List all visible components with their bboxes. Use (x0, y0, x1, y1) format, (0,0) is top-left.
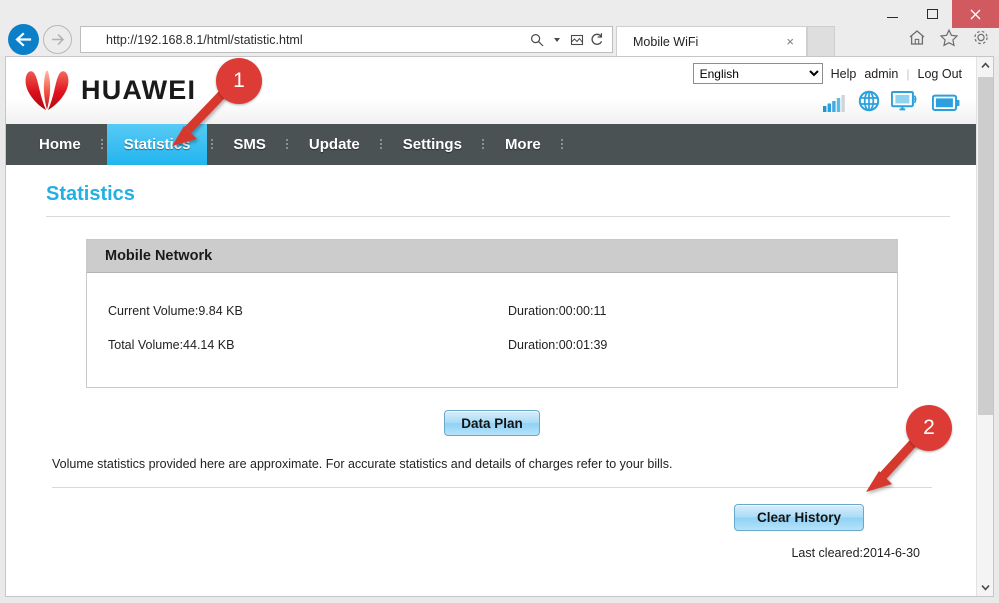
mobile-network-panel: Mobile Network Current Volume:9.84 KB Du… (86, 239, 898, 388)
clear-history-row: Clear History (34, 504, 950, 531)
data-plan-button[interactable]: Data Plan (444, 410, 540, 436)
tab-strip: Mobile WiFi × (616, 26, 835, 56)
address-bar-icons (528, 30, 612, 49)
chevron-up-icon (980, 62, 990, 68)
total-volume-label: Total Volume:44.14 KB (108, 338, 235, 352)
current-duration-label: Duration:00:00:11 (508, 304, 607, 318)
nav-divider (558, 124, 567, 165)
header-right-controls: English Help admin | Log Out (692, 63, 962, 84)
nav-item-statistics[interactable]: Statistics (106, 124, 208, 165)
stat-row-current: Current Volume:9.84 KB Duration:00:00:11 (87, 294, 897, 328)
page-title: Statistics (46, 183, 135, 205)
data-plan-row: Data Plan (34, 410, 950, 436)
current-volume-label: Current Volume:9.84 KB (108, 304, 243, 318)
tab-close-icon[interactable]: × (782, 34, 798, 49)
help-link[interactable]: Help (831, 67, 857, 81)
close-button[interactable] (952, 0, 999, 28)
battery-icon (932, 94, 960, 111)
title-divider (46, 216, 950, 217)
total-duration-label: Duration:00:01:39 (508, 338, 608, 352)
annotation-badge-1: 1 (216, 58, 262, 104)
home-icon[interactable] (907, 28, 927, 48)
browser-window: http://192.168.8.1/html/statistic.html M… (0, 0, 999, 603)
nav-item-home[interactable]: Home (22, 124, 98, 165)
page-content: Statistics Mobile Network Current Volume… (6, 165, 978, 560)
tab-title: Mobile WiFi (633, 34, 699, 49)
huawei-logo: HUAWEI (24, 69, 196, 111)
scroll-up-button[interactable] (977, 57, 993, 74)
brand-name: HUAWEI (81, 74, 197, 105)
footer-divider (52, 487, 932, 488)
url-text[interactable]: http://192.168.8.1/html/statistic.html (81, 33, 528, 47)
nav-divider (98, 124, 107, 165)
window-controls (872, 0, 999, 28)
vertical-scrollbar[interactable] (976, 57, 993, 596)
annotation-badge-2: 2 (906, 405, 952, 451)
chrome-toolbar (907, 28, 991, 48)
clear-history-button[interactable]: Clear History (733, 504, 864, 531)
forward-button[interactable] (43, 25, 72, 54)
main-navigation: Home Statistics SMS Update Settings More (6, 124, 978, 165)
nav-item-update[interactable]: Update (292, 124, 377, 165)
scroll-down-button[interactable] (977, 579, 993, 596)
language-select[interactable]: English (692, 63, 823, 84)
stat-row-total: Total Volume:44.14 KB Duration:00:01:39 (87, 328, 897, 362)
compatibility-view-icon[interactable] (568, 30, 585, 49)
huawei-flower-icon (25, 70, 69, 110)
back-button[interactable] (8, 24, 39, 55)
monitor-wifi-icon (891, 91, 917, 111)
gear-icon[interactable] (971, 28, 991, 48)
browser-tab[interactable]: Mobile WiFi × (616, 26, 807, 56)
refresh-icon[interactable] (588, 30, 605, 49)
nav-divider (377, 124, 386, 165)
nav-item-settings[interactable]: Settings (386, 124, 479, 165)
new-tab-button[interactable] (807, 26, 835, 56)
signal-bars-icon (823, 95, 845, 112)
back-arrow-icon (15, 32, 32, 47)
huawei-admin-page: HUAWEI English Help admin | Log Out Home… (6, 57, 978, 596)
nav-item-more[interactable]: More (488, 124, 558, 165)
chevron-down-icon (980, 585, 990, 591)
close-icon (970, 9, 981, 19)
logout-link[interactable]: Log Out (918, 67, 962, 81)
browser-chrome: http://192.168.8.1/html/statistic.html M… (0, 0, 999, 56)
minimize-button[interactable] (872, 0, 912, 28)
nav-divider (207, 124, 216, 165)
status-icon-bar (823, 90, 960, 112)
username-label: admin (864, 66, 899, 81)
search-dropdown-icon[interactable] (548, 30, 565, 49)
star-icon[interactable] (939, 28, 959, 48)
scrollbar-thumb[interactable] (978, 77, 993, 415)
search-icon[interactable] (528, 30, 545, 49)
globe-icon (858, 90, 880, 112)
site-header: HUAWEI English Help admin | Log Out (6, 57, 978, 124)
address-bar[interactable]: http://192.168.8.1/html/statistic.html (80, 26, 613, 53)
header-separator: | (906, 66, 910, 81)
panel-title: Mobile Network (87, 240, 897, 273)
maximize-button[interactable] (912, 0, 952, 28)
forward-arrow-icon (52, 33, 65, 46)
page-viewport: HUAWEI English Help admin | Log Out Home… (5, 56, 994, 597)
panel-body: Current Volume:9.84 KB Duration:00:00:11… (87, 273, 897, 387)
disclaimer-text: Volume statistics provided here are appr… (52, 457, 673, 471)
last-cleared-label: Last cleared:2014-6-30 (791, 546, 920, 560)
nav-divider (283, 124, 292, 165)
nav-item-sms[interactable]: SMS (216, 124, 283, 165)
nav-divider (479, 124, 488, 165)
